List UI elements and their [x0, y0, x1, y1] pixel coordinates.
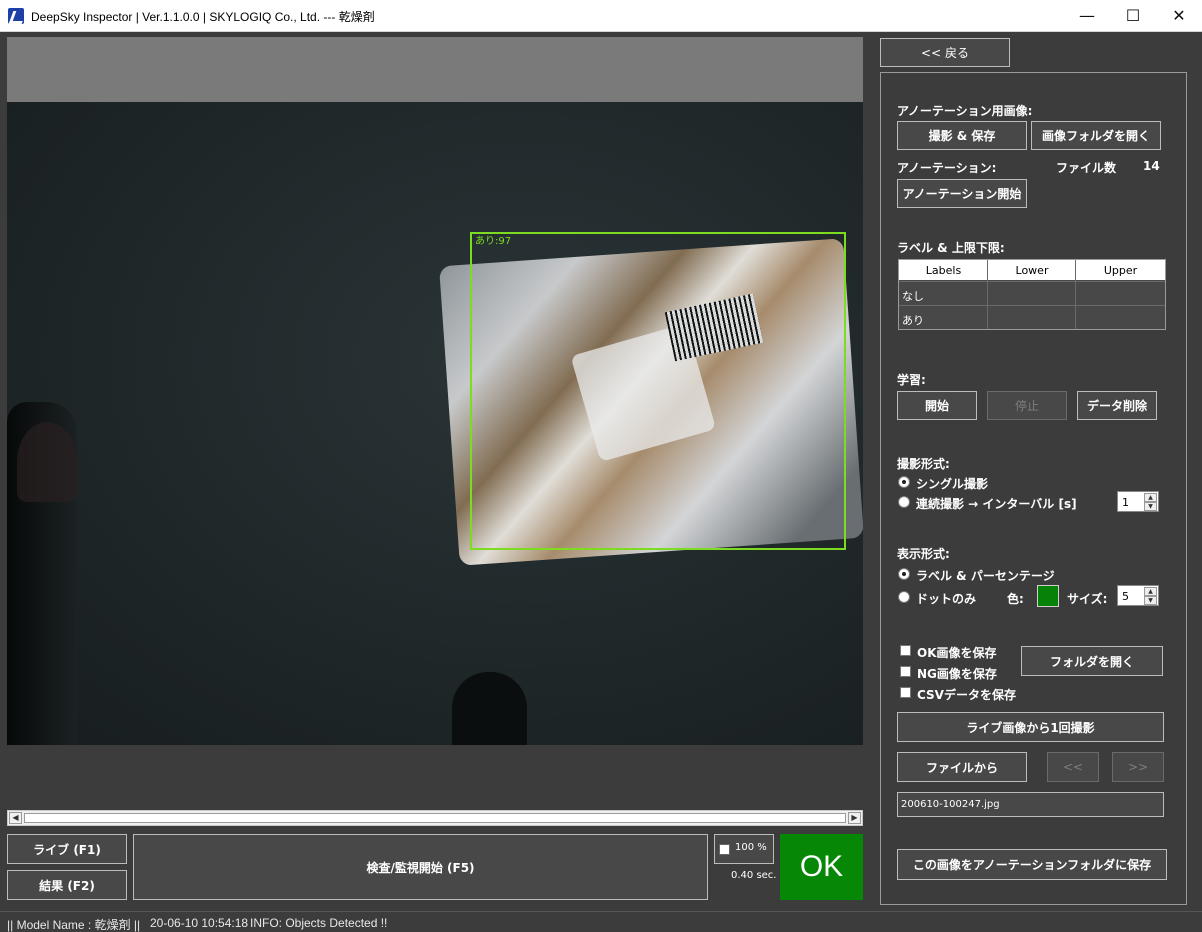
interval-value: 1: [1122, 496, 1129, 509]
status-timestamp: 20-06-10 10:54:18: [150, 916, 249, 930]
from-file-button[interactable]: ファイルから: [897, 752, 1027, 782]
color-label: 色:: [1007, 592, 1024, 606]
status-bar: || Model Name : 乾燥剤 || 20-06-10 10:54:18…: [0, 911, 1202, 932]
zoom-percent-control[interactable]: 100 %: [714, 834, 774, 864]
display-mode-label: 表示形式:: [897, 547, 950, 561]
labels-table[interactable]: Labels Lower Upper なし あり: [898, 259, 1166, 330]
scroll-right-icon[interactable]: ▶: [848, 812, 861, 824]
next-file-button[interactable]: >>: [1112, 752, 1164, 782]
dot-only-radio[interactable]: [898, 591, 910, 603]
result-button[interactable]: 結果 (F2): [7, 870, 127, 900]
capture-mode-label: 撮影形式:: [897, 457, 950, 471]
elapsed-time: 0.40 sec.: [731, 870, 777, 881]
detection-label: あり:97: [475, 236, 512, 247]
table-row[interactable]: あり: [899, 305, 1165, 329]
model-name: || Model Name : 乾燥剤 ||: [7, 918, 141, 932]
save-ok-label: OK画像を保存: [917, 646, 997, 660]
scrollbar-thumb[interactable]: [24, 813, 846, 823]
table-row[interactable]: なし: [899, 281, 1165, 305]
image-viewer[interactable]: あり:97: [7, 37, 863, 745]
label-percentage-label: ラベル & パーセンテージ: [916, 569, 1055, 583]
background-pole-top: [17, 422, 77, 502]
background-knob: [452, 672, 527, 745]
detection-box: [470, 232, 846, 550]
annotation-label: アノーテーション:: [897, 161, 997, 175]
minimize-button[interactable]: —: [1064, 0, 1110, 31]
learn-start-button[interactable]: 開始: [897, 391, 977, 420]
labels-table-header: Labels Lower Upper: [899, 260, 1165, 280]
col-lower: Lower: [1015, 264, 1049, 277]
app-logo-icon: [8, 8, 24, 24]
horizontal-scrollbar[interactable]: ◀ ▶: [7, 810, 863, 826]
col-labels: Labels: [925, 264, 962, 277]
save-ng-checkbox[interactable]: [900, 666, 911, 677]
stepper-up-icon[interactable]: ▲: [1144, 493, 1157, 502]
learn-stop-button[interactable]: 停止: [987, 391, 1067, 420]
file-count-value: 14: [1143, 159, 1160, 173]
table-divider: [987, 260, 988, 329]
learning-label: 学習:: [897, 373, 926, 387]
save-ng-label: NG画像を保存: [917, 667, 997, 681]
stepper-down-icon[interactable]: ▼: [1144, 502, 1157, 511]
back-button[interactable]: << 戻る: [880, 38, 1010, 67]
dot-only-label: ドットのみ: [916, 592, 977, 606]
save-ok-checkbox[interactable]: [900, 645, 911, 656]
annotation-start-button[interactable]: アノーテーション開始: [897, 179, 1027, 208]
size-stepper[interactable]: 5 ▲ ▼: [1117, 585, 1159, 606]
close-button[interactable]: ✕: [1156, 0, 1202, 31]
single-capture-radio[interactable]: [898, 476, 910, 488]
stepper-up-icon[interactable]: ▲: [1144, 587, 1157, 596]
file-count-label: ファイル数: [1056, 161, 1117, 175]
zoom-percent: 100 %: [735, 842, 767, 853]
labels-section-label: ラベル & 上限下限:: [897, 241, 1005, 255]
camera-image: あり:97: [7, 102, 863, 745]
label-percentage-radio[interactable]: [898, 568, 910, 580]
table-cell-label: あり: [902, 314, 924, 327]
delete-data-button[interactable]: データ削除: [1077, 391, 1157, 420]
continuous-capture-radio[interactable]: [898, 496, 910, 508]
prev-file-button[interactable]: <<: [1047, 752, 1099, 782]
maximize-button[interactable]: ☐: [1110, 0, 1156, 31]
interval-stepper[interactable]: 1 ▲ ▼: [1117, 491, 1159, 512]
capture-save-button[interactable]: 撮影 & 保存: [897, 121, 1027, 150]
continuous-capture-label: 連続撮影 → インターバル [s]: [916, 497, 1077, 511]
size-label: サイズ:: [1067, 592, 1108, 606]
stepper-down-icon[interactable]: ▼: [1144, 596, 1157, 605]
single-capture-label: シングル撮影: [916, 477, 989, 491]
table-cell-label: なし: [902, 290, 924, 303]
capture-once-button[interactable]: ライブ画像から1回撮影: [897, 712, 1164, 742]
title-bar: DeepSky Inspector | Ver.1.1.0.0 | SKYLOG…: [0, 0, 1202, 32]
open-folder-button[interactable]: フォルダを開く: [1021, 646, 1163, 676]
status-info: INFO: Objects Detected !!: [250, 916, 388, 930]
annotation-images-label: アノーテーション用画像:: [897, 104, 1033, 118]
result-indicator: OK: [780, 834, 863, 900]
table-divider: [1075, 260, 1076, 329]
save-csv-checkbox[interactable]: [900, 687, 911, 698]
size-value: 5: [1122, 590, 1129, 603]
save-to-annotation-button[interactable]: この画像をアノーテーションフォルダに保存: [897, 849, 1167, 880]
open-image-folder-button[interactable]: 画像フォルダを開く: [1031, 121, 1161, 150]
live-button[interactable]: ライブ (F1): [7, 834, 127, 864]
scroll-left-icon[interactable]: ◀: [9, 812, 22, 824]
save-csv-label: CSVデータを保存: [917, 688, 1016, 702]
col-upper: Upper: [1103, 264, 1138, 277]
window-title: DeepSky Inspector | Ver.1.1.0.0 | SKYLOG…: [31, 10, 375, 24]
zoom-checkbox[interactable]: [719, 844, 730, 855]
current-file-field[interactable]: 200610-100247.jpg: [897, 792, 1164, 817]
dot-color-swatch[interactable]: [1037, 585, 1059, 607]
inspect-start-button[interactable]: 検査/監視開始 (F5): [133, 834, 708, 900]
